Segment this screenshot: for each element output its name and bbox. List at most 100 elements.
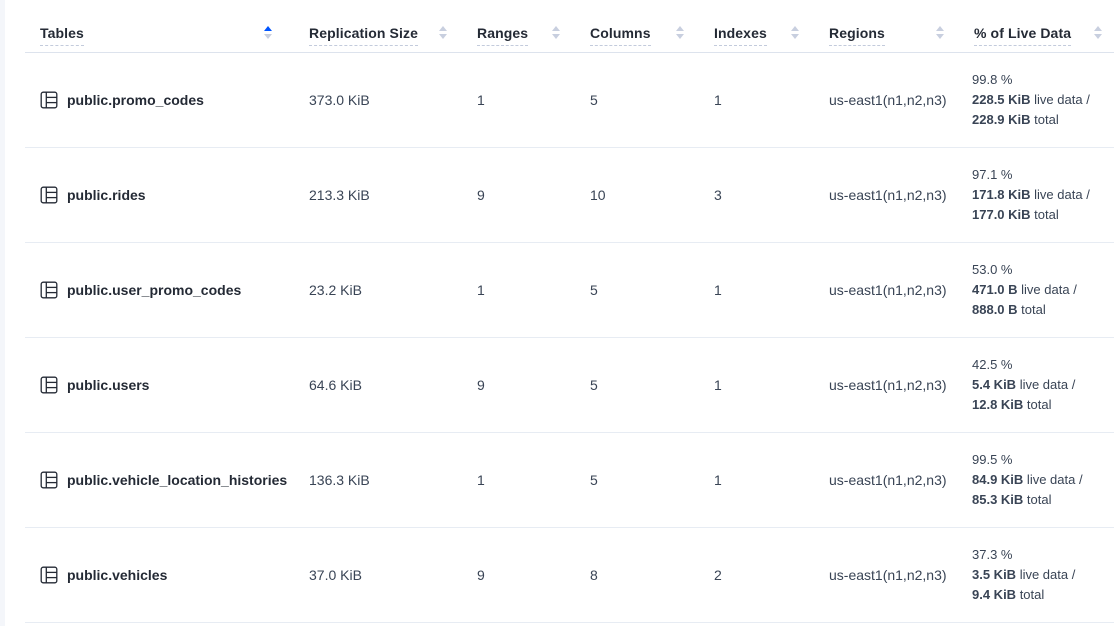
column-header-label: % of Live Data [974, 25, 1071, 46]
sort-icon[interactable] [1094, 26, 1102, 39]
regions-cell: us-east1(n1,n2,n3) [827, 187, 972, 203]
live-data-cell: 99.5 % 84.9 KiB live data / 85.3 KiB tot… [972, 450, 1114, 510]
live-data-percent: 97.1 % [972, 165, 1114, 185]
caret-down-icon [264, 34, 272, 39]
column-header-label: Tables [40, 25, 84, 46]
table-icon [40, 471, 58, 489]
table-name-link[interactable]: public.user_promo_codes [67, 282, 241, 298]
live-data-cell: 42.5 % 5.4 KiB live data / 12.8 KiB tota… [972, 355, 1114, 415]
columns-cell: 5 [588, 92, 712, 108]
ranges-cell: 1 [475, 92, 588, 108]
ranges-cell: 9 [475, 187, 588, 203]
regions-cell: us-east1(n1,n2,n3) [827, 92, 972, 108]
regions-cell: us-east1(n1,n2,n3) [827, 472, 972, 488]
caret-up-icon [264, 26, 272, 31]
table-name-link[interactable]: public.promo_codes [67, 92, 204, 108]
sort-icon[interactable] [552, 26, 560, 39]
table-row: public.rides 213.3 KiB 9 10 3 us-east1(n… [25, 148, 1114, 243]
live-data-line: 171.8 KiB live data / [972, 185, 1114, 205]
table-name-cell: public.rides [25, 186, 307, 204]
table-row: public.vehicles 37.0 KiB 9 8 2 us-east1(… [25, 528, 1114, 623]
regions-cell: us-east1(n1,n2,n3) [827, 282, 972, 298]
table-name-link[interactable]: public.vehicles [67, 567, 167, 583]
sort-icon[interactable] [439, 26, 447, 39]
total-data-line: 888.0 B total [972, 300, 1114, 320]
live-data-cell: 53.0 % 471.0 B live data / 888.0 B total [972, 260, 1114, 320]
ranges-cell: 9 [475, 377, 588, 393]
live-data-line: 5.4 KiB live data / [972, 375, 1114, 395]
sort-icon[interactable] [676, 26, 684, 39]
table-name-link[interactable]: public.rides [67, 187, 146, 203]
columns-cell: 5 [588, 282, 712, 298]
columns-cell: 10 [588, 187, 712, 203]
table-name-cell: public.users [25, 376, 307, 394]
column-header-label: Indexes [714, 25, 767, 46]
live-data-line: 471.0 B live data / [972, 280, 1114, 300]
sort-icon[interactable] [264, 26, 272, 39]
total-data-line: 228.9 KiB total [972, 110, 1114, 130]
sort-icon[interactable] [936, 26, 944, 39]
table-icon [40, 186, 58, 204]
live-data-cell: 97.1 % 171.8 KiB live data / 177.0 KiB t… [972, 165, 1114, 225]
total-data-line: 12.8 KiB total [972, 395, 1114, 415]
total-data-line: 177.0 KiB total [972, 205, 1114, 225]
column-header-label: Ranges [477, 25, 528, 46]
columns-cell: 5 [588, 472, 712, 488]
caret-down-icon [936, 34, 944, 39]
ranges-cell: 1 [475, 472, 588, 488]
indexes-cell: 2 [712, 567, 827, 583]
column-header-regions[interactable]: Regions [827, 0, 972, 52]
replication-size-cell: 136.3 KiB [307, 472, 475, 488]
live-data-percent: 37.3 % [972, 545, 1114, 565]
caret-up-icon [676, 26, 684, 31]
live-data-cell: 37.3 % 3.5 KiB live data / 9.4 KiB total [972, 545, 1114, 605]
columns-cell: 5 [588, 377, 712, 393]
live-data-percent: 99.8 % [972, 70, 1114, 90]
column-header-label: Regions [829, 25, 885, 46]
live-data-percent: 53.0 % [972, 260, 1114, 280]
caret-down-icon [676, 34, 684, 39]
caret-down-icon [552, 34, 560, 39]
table-row: public.promo_codes 373.0 KiB 1 5 1 us-ea… [25, 53, 1114, 148]
table-row: public.users 64.6 KiB 9 5 1 us-east1(n1,… [25, 338, 1114, 433]
column-header-label: Replication Size [309, 25, 418, 46]
table-name-link[interactable]: public.users [67, 377, 149, 393]
column-header-indexes[interactable]: Indexes [712, 0, 827, 52]
table-row: public.user_promo_codes 23.2 KiB 1 5 1 u… [25, 243, 1114, 338]
regions-cell: us-east1(n1,n2,n3) [827, 567, 972, 583]
caret-up-icon [791, 26, 799, 31]
column-header-columns[interactable]: Columns [588, 0, 712, 52]
columns-cell: 8 [588, 567, 712, 583]
total-data-line: 85.3 KiB total [972, 490, 1114, 510]
indexes-cell: 1 [712, 472, 827, 488]
table-name-cell: public.user_promo_codes [25, 281, 307, 299]
table-name-cell: public.promo_codes [25, 91, 307, 109]
caret-up-icon [1094, 26, 1102, 31]
column-header-live-data[interactable]: % of Live Data [972, 0, 1114, 52]
table-icon [40, 91, 58, 109]
live-data-percent: 42.5 % [972, 355, 1114, 375]
caret-up-icon [552, 26, 560, 31]
column-header-ranges[interactable]: Ranges [475, 0, 588, 52]
tables-table: Tables Replication Size Ranges Columns I… [25, 0, 1114, 623]
indexes-cell: 1 [712, 377, 827, 393]
ranges-cell: 1 [475, 282, 588, 298]
indexes-cell: 1 [712, 92, 827, 108]
table-name-cell: public.vehicle_location_histories [25, 471, 307, 489]
ranges-cell: 9 [475, 567, 588, 583]
indexes-cell: 3 [712, 187, 827, 203]
replication-size-cell: 373.0 KiB [307, 92, 475, 108]
table-header-row: Tables Replication Size Ranges Columns I… [25, 0, 1114, 53]
sort-icon[interactable] [791, 26, 799, 39]
column-header-replication-size[interactable]: Replication Size [307, 0, 475, 52]
indexes-cell: 1 [712, 282, 827, 298]
live-data-percent: 99.5 % [972, 450, 1114, 470]
live-data-line: 228.5 KiB live data / [972, 90, 1114, 110]
column-header-tables[interactable]: Tables [25, 0, 307, 52]
caret-down-icon [791, 34, 799, 39]
caret-down-icon [439, 34, 447, 39]
table-name-link[interactable]: public.vehicle_location_histories [67, 472, 287, 488]
regions-cell: us-east1(n1,n2,n3) [827, 377, 972, 393]
replication-size-cell: 64.6 KiB [307, 377, 475, 393]
table-name-cell: public.vehicles [25, 566, 307, 584]
